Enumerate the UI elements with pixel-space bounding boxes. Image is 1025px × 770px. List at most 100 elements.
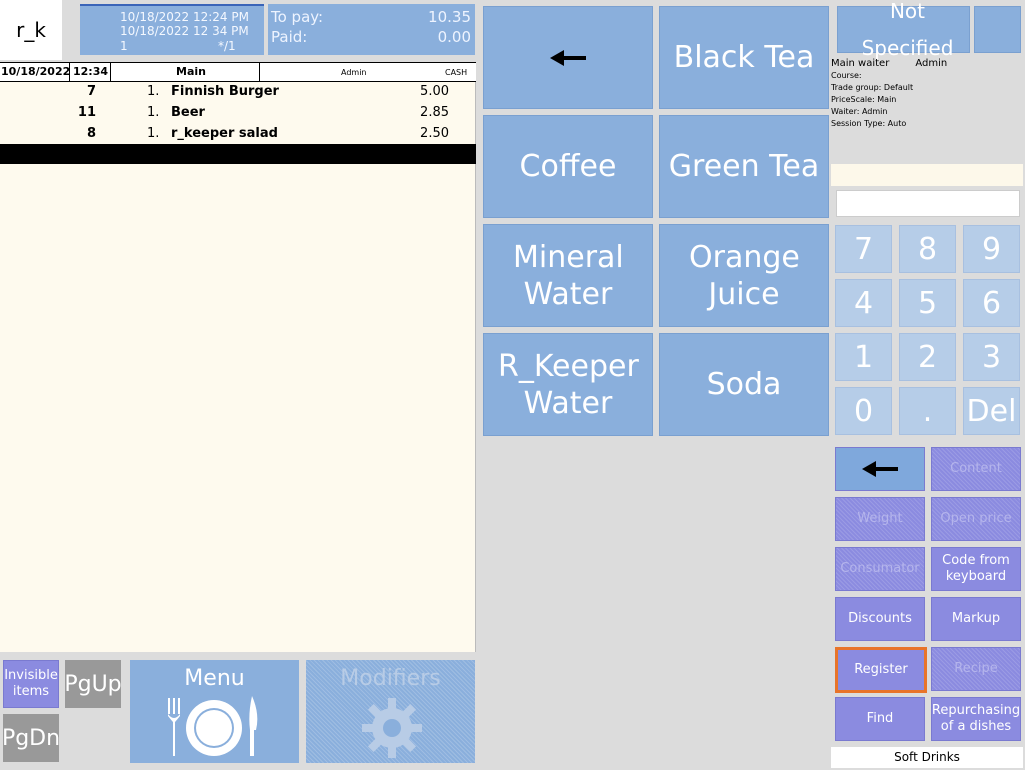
menu-item-label: Green Tea — [668, 149, 820, 184]
key-label: . — [922, 393, 933, 429]
menu-item-rkeeper-water[interactable]: R_Keeper Water — [483, 333, 653, 436]
menu-label: Menu — [184, 666, 245, 691]
main-waiter-value: Admin — [915, 58, 948, 69]
button-label: Content — [950, 461, 1002, 476]
discounts-button[interactable]: Discounts — [835, 597, 925, 641]
selected-row-bar[interactable] — [0, 144, 476, 164]
menu-item-mineral-water[interactable]: Mineral Water — [483, 224, 653, 327]
key-label: 4 — [853, 285, 874, 321]
menu-item-label: Mineral Water — [513, 239, 624, 312]
button-label: Discounts — [848, 611, 912, 626]
customer-button[interactable]: Not Specified — [837, 0, 970, 60]
weight-button[interactable]: Weight — [835, 497, 925, 541]
modifiers-button[interactable]: Modifiers — [306, 660, 475, 763]
order-row[interactable]: 8 1. r_keeper salad 2.50 — [0, 124, 476, 144]
key-label: 1 — [853, 339, 874, 375]
gear-icon — [362, 698, 422, 758]
key-label: 5 — [917, 285, 938, 321]
order-hall: Main — [176, 65, 206, 78]
left-arrow-icon — [862, 461, 898, 477]
recipe-button[interactable]: Recipe — [931, 647, 1021, 691]
app-logo: r_k — [0, 0, 62, 60]
button-label: Repurchasing of a dishes — [931, 703, 1021, 734]
key-0[interactable]: 0 — [835, 387, 892, 435]
item-qty: 1. — [147, 84, 160, 99]
button-label: Find — [866, 711, 894, 726]
session-type-line: Session Type: Auto — [831, 119, 907, 128]
customer-extra-button[interactable] — [974, 6, 1021, 53]
item-price: 5.00 — [420, 84, 449, 99]
logo-text: r_k — [16, 18, 46, 42]
menu-item-label: Soda — [706, 367, 782, 402]
key-del[interactable]: Del — [963, 387, 1020, 435]
menu-item-coffee[interactable]: Coffee — [483, 115, 653, 218]
key-5[interactable]: 5 — [899, 279, 956, 327]
menu-item-orange-juice[interactable]: Orange Juice — [659, 224, 829, 327]
menu-item-label: Coffee — [519, 149, 617, 184]
key-label: 6 — [981, 285, 1002, 321]
button-label: Open price — [940, 511, 1012, 526]
key-label: 7 — [853, 231, 874, 267]
keypad-input[interactable] — [836, 190, 1020, 217]
order-waiter: Admin — [341, 68, 367, 77]
item-price: 2.50 — [420, 126, 449, 141]
open-price-button[interactable]: Open price — [931, 497, 1021, 541]
button-label: Code from keyboard — [942, 553, 1010, 584]
key-3[interactable]: 3 — [963, 333, 1020, 381]
to-pay-label: To pay: — [271, 8, 324, 26]
order-currency: CASH — [445, 68, 468, 77]
markup-button[interactable]: Markup — [931, 597, 1021, 641]
item-code: 8 — [86, 126, 96, 141]
key-4[interactable]: 4 — [835, 279, 892, 327]
function-back-button[interactable] — [835, 447, 925, 491]
menu-back-button[interactable] — [483, 6, 653, 109]
guest-count: 1 — [120, 39, 128, 53]
page-up-button[interactable]: PgUp — [64, 660, 122, 708]
register-button[interactable]: Register — [835, 647, 927, 693]
message-bar — [831, 164, 1023, 186]
order-list[interactable]: 10/18/2022 12:34 Main Admin CASH 7 1. Fi… — [0, 62, 476, 652]
payment-summary: To pay: 10.35 Paid: 0.00 — [268, 4, 475, 55]
key-9[interactable]: 9 — [963, 225, 1020, 273]
button-label: PgUp — [64, 671, 122, 697]
menu-item-soda[interactable]: Soda — [659, 333, 829, 436]
menu-item-green-tea[interactable]: Green Tea — [659, 115, 829, 218]
key-6[interactable]: 6 — [963, 279, 1020, 327]
order-row[interactable]: 11 1. Beer 2.85 — [0, 103, 476, 123]
consumator-button[interactable]: Consumator — [835, 547, 925, 591]
button-label: Consumator — [840, 561, 920, 576]
order-time: 12:34 — [73, 65, 109, 78]
key-dot[interactable]: . — [899, 387, 956, 435]
page-down-button[interactable]: PgDn — [2, 714, 60, 762]
item-code: 11 — [77, 105, 96, 120]
table-info: */1 — [218, 39, 236, 53]
item-name: r_keeper salad — [171, 126, 278, 141]
find-button[interactable]: Find — [835, 697, 925, 741]
key-label: 3 — [981, 339, 1002, 375]
key-8[interactable]: 8 — [899, 225, 956, 273]
repurchasing-button[interactable]: Repurchasing of a dishes — [931, 697, 1021, 741]
order-row[interactable]: 7 1. Finnish Burger 5.00 — [0, 82, 476, 102]
invisible-items-button[interactable]: Invisible items — [3, 660, 59, 708]
customer-label: Not Specified — [861, 0, 954, 60]
button-label: Weight — [857, 511, 903, 526]
button-label: Invisible items — [4, 668, 58, 699]
item-name: Finnish Burger — [171, 84, 279, 99]
key-label: 9 — [981, 231, 1002, 267]
time-current: 10/18/2022 12 34 PM — [120, 24, 249, 38]
key-1[interactable]: 1 — [835, 333, 892, 381]
code-from-keyboard-button[interactable]: Code from keyboard — [931, 547, 1021, 591]
session-info: Main waiter Admin Course: Trade group: De… — [831, 58, 1021, 162]
menu-button[interactable]: Menu — [130, 660, 299, 763]
paid-label: Paid: — [271, 28, 308, 46]
waiter-line: Waiter: Admin — [831, 107, 888, 116]
menu-item-black-tea[interactable]: Black Tea — [659, 6, 829, 109]
content-button[interactable]: Content — [931, 447, 1021, 491]
item-name: Beer — [171, 105, 205, 120]
key-7[interactable]: 7 — [835, 225, 892, 273]
key-label: 0 — [853, 393, 874, 429]
key-2[interactable]: 2 — [899, 333, 956, 381]
key-label: Del — [966, 393, 1017, 429]
button-label: Register — [854, 662, 908, 677]
button-label: Markup — [951, 611, 1001, 626]
